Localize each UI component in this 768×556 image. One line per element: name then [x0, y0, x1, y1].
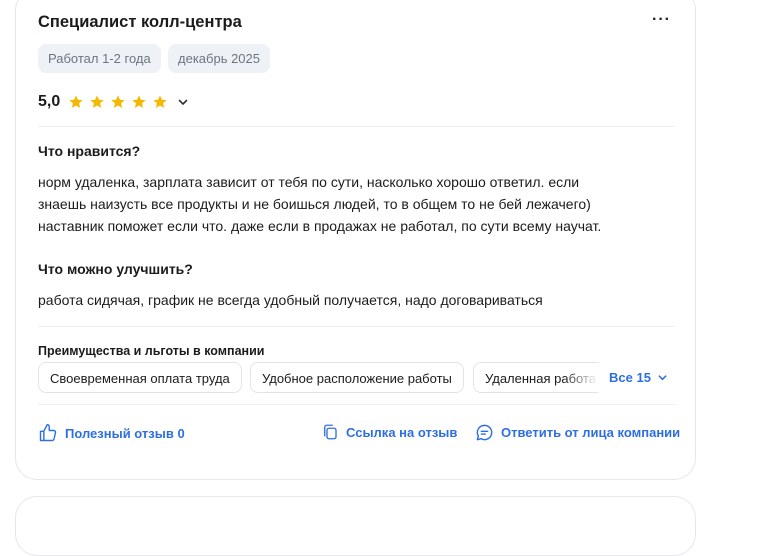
- review-link-label: Ссылка на отзыв: [346, 424, 458, 440]
- cons-text: работа сидячая, график не всегда удобный…: [38, 292, 543, 308]
- reply-label: Ответить от лица компании: [501, 425, 681, 440]
- chevron-down-icon: [658, 375, 667, 381]
- star-icon: [153, 95, 167, 108]
- pros-line: знаешь наизусть все продукты и не боишьс…: [38, 196, 591, 212]
- rating-stars: [68, 94, 173, 110]
- next-review-card: [15, 496, 696, 556]
- pros-line: наставник поможет если что. даже если в …: [38, 218, 602, 234]
- chat-bubble-icon: [476, 424, 493, 441]
- pros-title: Что нравится?: [38, 143, 141, 159]
- all-benefits-button[interactable]: Все 15: [609, 370, 668, 385]
- benefit-chip[interactable]: Своевременная оплата труда: [38, 362, 242, 393]
- benefit-chip[interactable]: Удобное расположение работы: [250, 362, 464, 393]
- thumbs-up-icon: [39, 423, 57, 442]
- copy-link-icon: [324, 424, 337, 440]
- rating-row[interactable]: 5,0: [38, 93, 189, 111]
- star-icon: [90, 95, 104, 108]
- benefits-title: Преимущества и льготы в компании: [38, 344, 265, 358]
- more-options-button[interactable]: ···: [652, 11, 671, 29]
- chip-fade: [564, 363, 604, 392]
- star-icon: [69, 95, 83, 108]
- review-card: Специалист колл-центра ··· Работал 1-2 г…: [15, 0, 696, 480]
- chevron-down-icon[interactable]: [177, 96, 189, 108]
- rating-value: 5,0: [38, 93, 61, 110]
- pros-line: норм удаленка, зарплата зависит от тебя …: [38, 174, 580, 190]
- divider: [38, 126, 675, 127]
- all-benefits-label: Все 15: [609, 370, 651, 385]
- pros-text: норм удаленка, зарплата зависит от тебя …: [38, 171, 678, 237]
- star-icon: [111, 95, 125, 108]
- divider: [38, 326, 675, 327]
- experience-chip: Работал 1-2 года: [38, 44, 161, 73]
- review-title: Специалист колл-центра: [38, 13, 242, 31]
- date-chip: декабрь 2025: [168, 44, 270, 73]
- reply-as-company-button[interactable]: Ответить от лица компании: [475, 423, 680, 442]
- review-link-button[interactable]: Ссылка на отзыв: [321, 423, 457, 441]
- helpful-label: Полезный отзыв 0: [65, 425, 185, 441]
- star-icon: [132, 95, 146, 108]
- cons-title: Что можно улучшить?: [38, 261, 193, 277]
- divider: [38, 404, 675, 405]
- helpful-review-button[interactable]: Полезный отзыв 0: [38, 423, 185, 443]
